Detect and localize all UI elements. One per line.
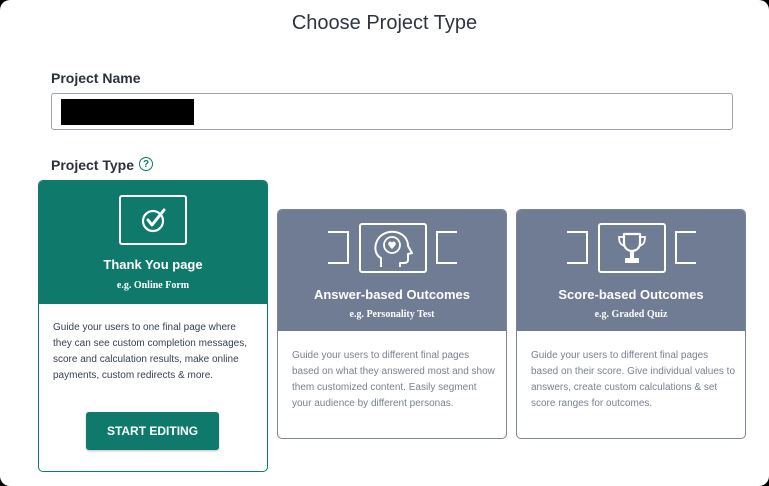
card-subtitle: e.g. Graded Quiz	[594, 309, 668, 320]
bracket-left	[567, 231, 588, 264]
card-thank-you-page[interactable]: Thank You page e.g. Online Form Guide yo…	[38, 180, 268, 472]
start-editing-button[interactable]: START EDITING	[86, 412, 219, 450]
card-description: Guide your users to different final page…	[531, 350, 736, 409]
bracket-left	[328, 231, 349, 264]
card-header: Answer-based Outcomes e.g. Personality T…	[278, 210, 506, 331]
bracket-right	[436, 231, 457, 264]
card-subtitle: e.g. Online Form	[116, 280, 190, 291]
modal-title: Choose Project Type	[291, 12, 478, 34]
project-name-input[interactable]	[51, 93, 733, 130]
redacted-value	[61, 99, 194, 125]
card-icon-frame	[598, 223, 666, 273]
card-description: Guide your users to different final page…	[292, 350, 495, 409]
card-score-based-outcomes[interactable]: Score-based Outcomes e.g. Graded Quiz Gu…	[516, 209, 746, 439]
head-heart-icon	[374, 230, 413, 267]
project-type-label: Project Type	[51, 157, 134, 173]
card-icon-frame	[359, 223, 427, 273]
checkmark-icon	[141, 208, 166, 233]
card-icon-frame	[119, 195, 187, 245]
card-description: Guide your users to one final page where…	[53, 322, 247, 381]
bracket-right	[675, 231, 696, 264]
choose-project-type-modal: Choose Project Type Project Name Project…	[0, 0, 769, 486]
card-title: Score-based Outcomes	[558, 287, 704, 302]
card-subtitle: e.g. Personality Test	[349, 309, 435, 320]
card-answer-based-outcomes[interactable]: Answer-based Outcomes e.g. Personality T…	[277, 209, 507, 439]
card-header: Thank You page e.g. Online Form	[39, 181, 267, 304]
card-title: Thank You page	[103, 257, 203, 272]
card-header: Score-based Outcomes e.g. Graded Quiz	[517, 210, 745, 331]
project-name-label: Project Name	[51, 70, 141, 86]
question-circle-icon[interactable]: ?	[139, 157, 153, 171]
trophy-icon	[618, 232, 646, 263]
card-title: Answer-based Outcomes	[313, 287, 471, 302]
